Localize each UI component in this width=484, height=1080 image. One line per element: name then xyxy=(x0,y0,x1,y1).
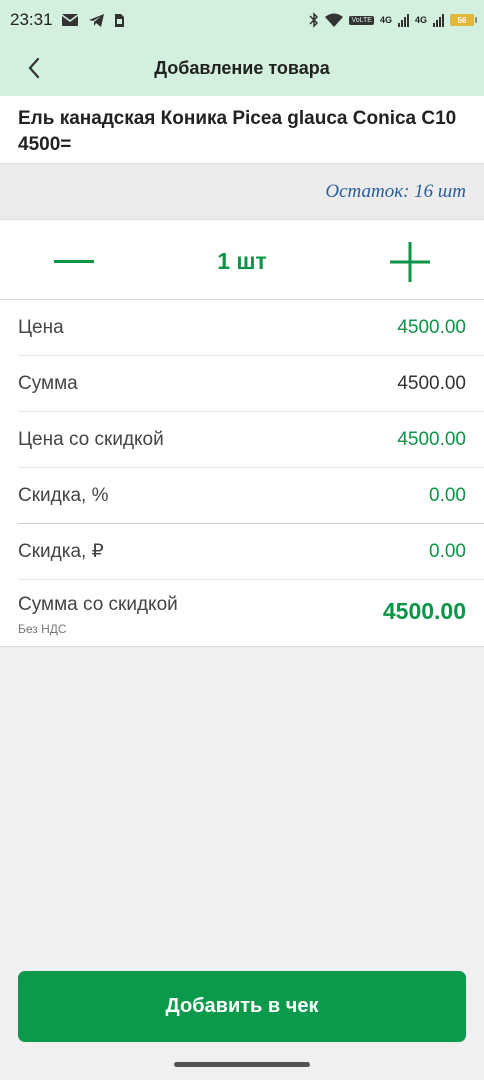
volte-badge: VoLTE xyxy=(349,15,374,25)
add-to-receipt-button[interactable]: Добавить в чек xyxy=(18,971,466,1042)
price-label: Цена xyxy=(18,316,64,338)
price-value[interactable]: 4500.00 xyxy=(397,317,466,339)
sim-icon xyxy=(114,13,124,27)
battery-icon: 56 xyxy=(450,14,477,26)
total-row: Сумма со скидкой Без НДС 4500.00 xyxy=(18,580,484,646)
network-type-1: 4G xyxy=(379,15,392,25)
sum-value: 4500.00 xyxy=(397,372,466,394)
total-label: Сумма со скидкой xyxy=(18,594,178,615)
discount-price-label: Цена со скидкой xyxy=(18,428,164,450)
discount-rub-label: Скидка, ₽ xyxy=(18,541,104,562)
discount-price-row[interactable]: Цена со скидкой 4500.00 xyxy=(18,412,484,468)
mail-icon xyxy=(61,14,79,26)
discount-rub-row[interactable]: Скидка, ₽ 0.00 xyxy=(18,524,484,580)
status-notification-icons xyxy=(61,13,125,28)
discount-percent-row[interactable]: Скидка, % 0.00 xyxy=(18,468,484,524)
back-button[interactable] xyxy=(14,48,54,88)
bluetooth-icon xyxy=(309,12,319,28)
plus-icon xyxy=(390,242,430,282)
status-time: 23:31 xyxy=(10,10,53,29)
sum-label: Сумма xyxy=(18,372,78,394)
app-bar: Добавление товара xyxy=(0,40,484,96)
wifi-icon xyxy=(325,13,344,27)
discount-rub-value[interactable]: 0.00 xyxy=(429,541,466,563)
discount-percent-label: Скидка, % xyxy=(18,484,109,506)
price-details: Цена 4500.00 Сумма 4500.00 Цена со скидк… xyxy=(0,300,484,647)
quantity-stepper: 1 шт xyxy=(0,220,484,300)
stock-remaining: Остаток: 16 шт xyxy=(0,164,484,220)
signal-icon-2 xyxy=(433,13,444,27)
status-bar: 23:31 VoLTE 4G 4G 56 xyxy=(0,0,484,40)
increase-quantity-button[interactable] xyxy=(386,240,434,284)
discount-price-value[interactable]: 4500.00 xyxy=(397,429,466,451)
minus-icon xyxy=(54,260,94,263)
signal-icon xyxy=(397,13,409,27)
telegram-icon xyxy=(88,13,104,27)
quantity-value[interactable]: 1 шт xyxy=(150,248,334,275)
home-indicator[interactable] xyxy=(174,1062,310,1067)
status-system-icons: VoLTE 4G 4G 56 xyxy=(309,12,477,28)
decrease-quantity-button[interactable] xyxy=(50,240,98,284)
discount-percent-value[interactable]: 0.00 xyxy=(429,485,466,507)
page-title: Добавление товара xyxy=(154,57,330,78)
sum-row: Сумма 4500.00 xyxy=(18,356,484,412)
total-value: 4500.00 xyxy=(382,598,466,624)
network-type-2: 4G xyxy=(414,15,427,25)
product-name: Ель канадская Коника Picea glauca Conica… xyxy=(0,96,484,164)
vat-note: Без НДС xyxy=(18,622,67,636)
price-row[interactable]: Цена 4500.00 xyxy=(18,300,484,356)
chevron-left-icon xyxy=(28,57,40,79)
